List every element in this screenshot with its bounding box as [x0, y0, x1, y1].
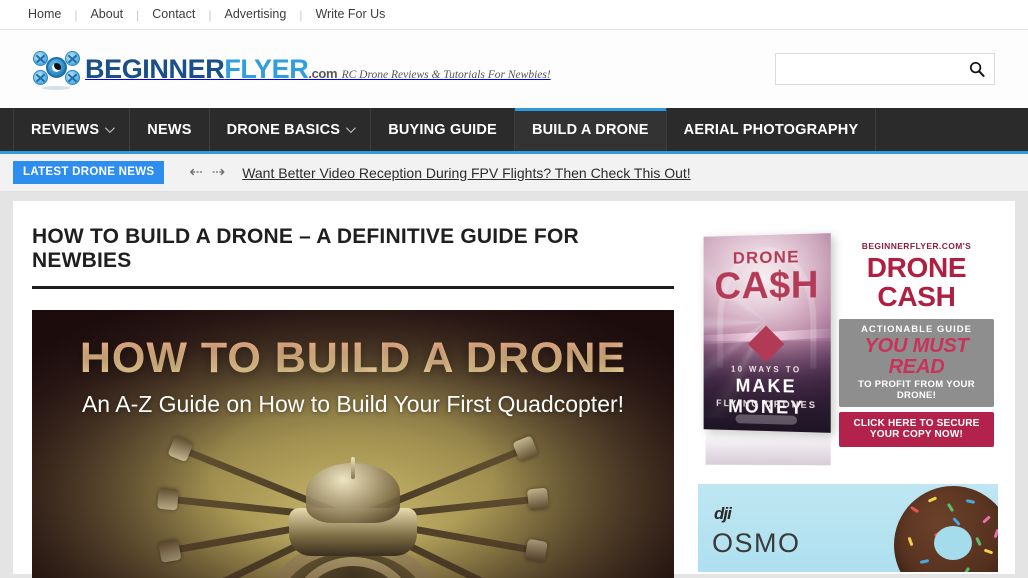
main-column: HOW TO BUILD A DRONE – A DEFINITIVE GUID… — [32, 225, 674, 578]
ticker-controls: ⇠ ⇢ — [189, 164, 225, 181]
ticker-badge: LATEST DRONE NEWS — [13, 161, 165, 184]
ad-dji-osmo[interactable]: dji OSMO — [698, 484, 998, 572]
dji-brand-logo: dji — [714, 504, 732, 523]
latest-news-ticker: LATEST DRONE NEWS ⇠ ⇢ Want Better Video … — [0, 154, 1028, 192]
hero-title: HOW TO BUILD A DRONE — [32, 334, 674, 383]
nav-label: BUYING GUIDE — [388, 121, 497, 138]
chevron-down-icon — [105, 123, 116, 134]
main-navigation: REVIEWS NEWS DRONE BASICS BUYING GUIDE B… — [0, 108, 1028, 154]
ad-gray-line-2: YOU MUST READ — [864, 334, 969, 378]
search-icon — [969, 61, 985, 77]
nav-label: REVIEWS — [31, 121, 100, 138]
quadcopter-drone-icon — [33, 49, 80, 90]
top-utility-bar: Home | About | Contact | Advertising | W… — [0, 0, 1028, 30]
topbar-link-advertising[interactable]: Advertising — [211, 8, 299, 21]
hero-subtitle: An A-Z Guide on How to Build Your First … — [81, 391, 625, 417]
ad-cta-button[interactable]: CLICK HERE TO SECURE YOUR COPY NOW! — [839, 411, 994, 447]
osmo-product-name: OSMO — [712, 528, 801, 558]
book-line-2: CA$H — [714, 263, 820, 308]
site-header: BEGINNERFLYER.com RC Drone Reviews & Tut… — [0, 30, 1028, 108]
nav-item-aerial-photography[interactable]: AERIAL PHOTOGRAPHY — [667, 108, 877, 151]
nav-label: BUILD A DRONE — [531, 121, 649, 138]
nav-label: AERIAL PHOTOGRAPHY — [683, 121, 859, 138]
search-box[interactable] — [775, 53, 995, 85]
search-input[interactable] — [776, 54, 960, 84]
ad-drone-cash[interactable]: DRONE CA$H 10 WAYS TO MAKE MONEY FLYING … — [698, 225, 998, 474]
hero-image[interactable]: HOW TO BUILD A DRONE An A-Z Guide on How… — [32, 310, 674, 578]
logo-title: BEGINNERFLYER.com — [85, 53, 338, 84]
nav-label: DRONE BASICS — [226, 121, 341, 138]
arrow-left-icon[interactable]: ⇠ — [189, 164, 202, 181]
logo-text: BEGINNERFLYER.com RC Drone Reviews & Tut… — [85, 53, 551, 84]
nav-label: NEWS — [147, 121, 192, 138]
logo-tagline: RC Drone Reviews & Tutorials For Newbies… — [341, 68, 551, 81]
page-title: HOW TO BUILD A DRONE – A DEFINITIVE GUID… — [32, 225, 674, 289]
content-container: HOW TO BUILD A DRONE – A DEFINITIVE GUID… — [13, 201, 1015, 578]
logo-title-primary: BEGINNER — [85, 53, 225, 84]
ad-copy-block: BEGINNERFLYER.COM'S DRONE CASH ACTIONABL… — [839, 241, 994, 447]
ad-gray-line-3: TO PROFIT FROM YOUR DRONE! — [858, 378, 975, 401]
sidebar: DRONE CA$H 10 WAYS TO MAKE MONEY FLYING … — [698, 225, 998, 574]
book-cover-image: DRONE CA$H 10 WAYS TO MAKE MONEY FLYING … — [703, 233, 831, 433]
topbar-link-about[interactable]: About — [77, 8, 136, 21]
nav-item-reviews[interactable]: REVIEWS — [13, 108, 131, 151]
book-reflection — [705, 430, 831, 466]
ad-gray-panel: ACTIONABLE GUIDE YOU MUST READ TO PROFIT… — [839, 318, 994, 407]
nav-item-buying-guide[interactable]: BUYING GUIDE — [371, 108, 515, 151]
arrow-right-icon[interactable]: ⇢ — [212, 164, 225, 181]
nav-item-build-a-drone[interactable]: BUILD A DRONE — [514, 108, 667, 151]
ad-gray-line-1: ACTIONABLE GUIDE — [861, 323, 972, 335]
nav-item-news[interactable]: NEWS — [130, 108, 210, 151]
topbar-link-contact[interactable]: Contact — [139, 8, 208, 21]
chevron-down-icon — [346, 123, 357, 134]
topbar-link-home[interactable]: Home — [28, 8, 74, 21]
ad-headline: DRONE CASH — [866, 252, 967, 313]
page-body: HOW TO BUILD A DRONE – A DEFINITIVE GUID… — [0, 192, 1028, 578]
donut-image — [894, 486, 998, 572]
search-button[interactable] — [960, 54, 994, 84]
logo-title-tld: .com — [308, 65, 338, 81]
book-line-3: 10 WAYS TO — [731, 364, 802, 375]
nav-item-drone-basics[interactable]: DRONE BASICS — [210, 108, 372, 151]
site-logo[interactable]: BEGINNERFLYER.com RC Drone Reviews & Tut… — [33, 49, 551, 90]
topbar-link-write-for-us[interactable]: Write For Us — [302, 8, 398, 21]
ticker-headline-link[interactable]: Want Better Video Reception During FPV F… — [242, 165, 690, 181]
ad-kicker: BEGINNERFLYER.COM'S — [861, 241, 972, 251]
logo-title-secondary: FLYER — [224, 53, 309, 84]
